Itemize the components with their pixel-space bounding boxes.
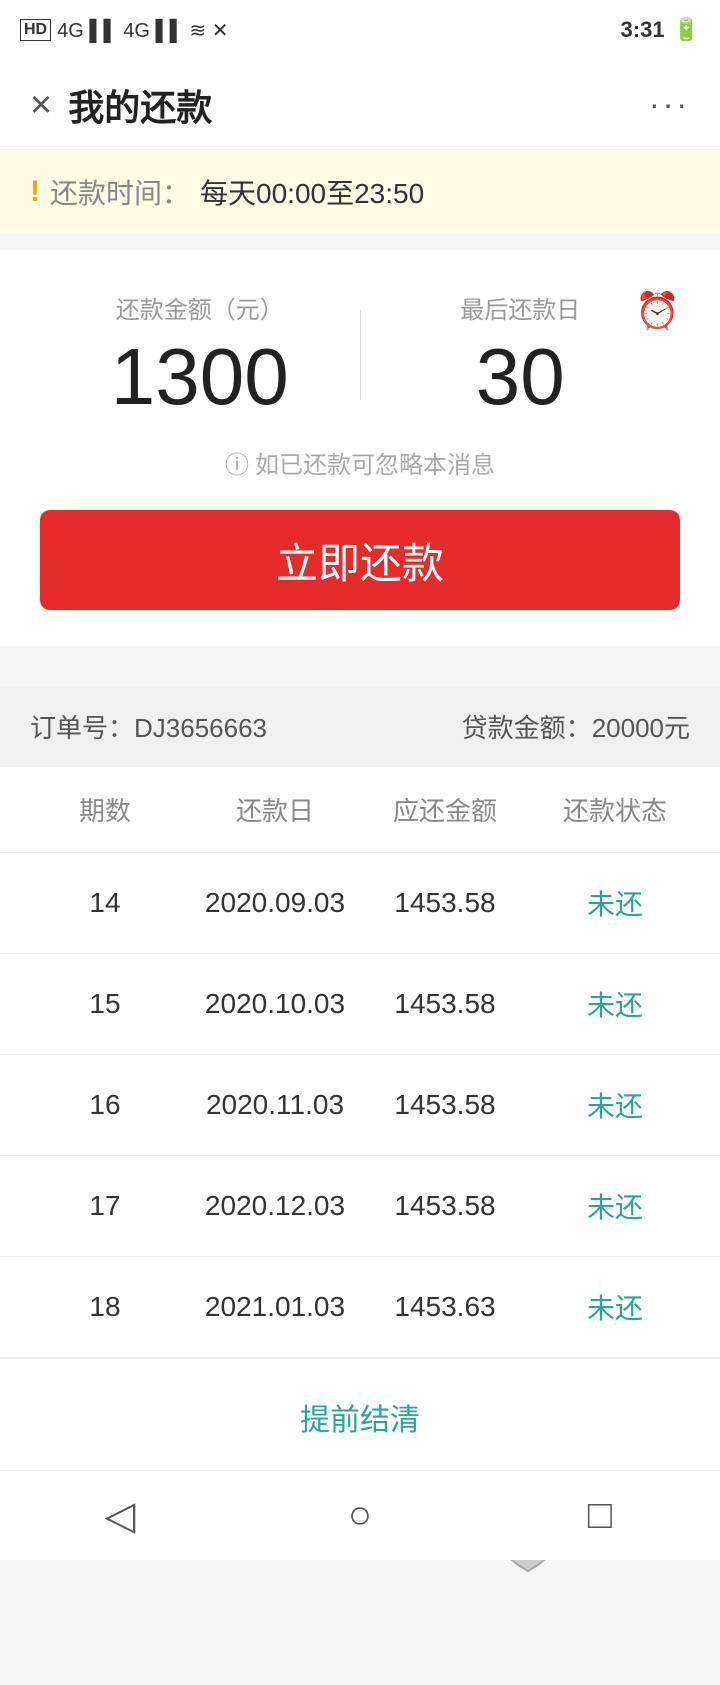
cell-date-1: 2020.10.03 bbox=[190, 988, 360, 1020]
repay-amount-label: 还款金额（元） bbox=[116, 290, 284, 325]
page-title: 我的还款 bbox=[68, 79, 212, 131]
nav-bar-left[interactable]: × 我的还款 bbox=[30, 79, 212, 131]
nav-bar: × 我的还款 ··· bbox=[0, 60, 720, 150]
repay-note-text: 如已还款可忽略本消息 bbox=[255, 445, 495, 480]
recents-button[interactable]: □ bbox=[560, 1486, 640, 1546]
cell-amount-4: 1453.63 bbox=[360, 1291, 530, 1323]
cell-amount-3: 1453.58 bbox=[360, 1190, 530, 1222]
loan-amount-label: 贷款金额： bbox=[462, 713, 592, 743]
cell-date-2: 2020.11.03 bbox=[190, 1089, 360, 1121]
table-row: 14 2020.09.03 1453.58 未还 bbox=[0, 853, 720, 954]
status-bar-right: 3:31 🔋 bbox=[621, 17, 700, 43]
alarm-icon: ⏰ bbox=[635, 290, 680, 332]
loan-amount-value: 20000元 bbox=[592, 713, 690, 743]
cell-status-4[interactable]: 未还 bbox=[530, 1287, 700, 1327]
notice-time-value: 每天00:00至23:50 bbox=[200, 172, 424, 212]
col-period: 期数 bbox=[20, 791, 190, 828]
table-row: 18 2021.01.03 1453.63 未还 bbox=[0, 1257, 720, 1358]
battery-icon: 🔋 bbox=[673, 17, 700, 43]
cell-amount-0: 1453.58 bbox=[360, 887, 530, 919]
clock-status: 3:31 bbox=[621, 17, 665, 43]
table-row: 15 2020.10.03 1453.58 未还 bbox=[0, 954, 720, 1055]
close-icon[interactable]: × bbox=[30, 86, 52, 124]
col-date: 还款日 bbox=[190, 791, 360, 828]
cell-status-2[interactable]: 未还 bbox=[530, 1085, 700, 1125]
cell-amount-2: 1453.58 bbox=[360, 1089, 530, 1121]
order-no: 订单号：DJ3656663 bbox=[30, 708, 267, 745]
cell-period-0: 14 bbox=[20, 887, 190, 919]
cell-date-0: 2020.09.03 bbox=[190, 887, 360, 919]
hd-icon: HD bbox=[20, 19, 51, 41]
cell-status-0[interactable]: 未还 bbox=[530, 883, 700, 923]
bottom-nav: ◁ ○ □ bbox=[0, 1470, 720, 1560]
repay-note: ⓘ 如已还款可忽略本消息 bbox=[40, 445, 680, 480]
repay-amount-col: 还款金额（元） 1300 bbox=[40, 290, 360, 417]
cell-amount-1: 1453.58 bbox=[360, 988, 530, 1020]
repay-now-button[interactable]: 立即还款 bbox=[40, 510, 680, 610]
table-row: 17 2020.12.03 1453.58 未还 bbox=[0, 1156, 720, 1257]
cell-period-4: 18 bbox=[20, 1291, 190, 1323]
order-no-value: DJ3656663 bbox=[134, 713, 267, 743]
section-gap-2 bbox=[0, 666, 720, 686]
order-no-label: 订单号： bbox=[30, 713, 134, 743]
repay-amount-value: 1300 bbox=[111, 337, 289, 417]
notice-bar: ! 还款时间： 每天00:00至23:50 bbox=[0, 150, 720, 234]
table-row: 16 2020.11.03 1453.58 未还 bbox=[0, 1055, 720, 1156]
signal-icons: 4G ▌▌ 4G ▌▌ ≋ ✕ bbox=[57, 18, 228, 43]
col-amount: 应还金额 bbox=[360, 791, 530, 828]
cell-date-4: 2021.01.03 bbox=[190, 1291, 360, 1323]
repayment-table: 期数 还款日 应还金额 还款状态 14 2020.09.03 1453.58 未… bbox=[0, 767, 720, 1475]
home-button[interactable]: ○ bbox=[320, 1486, 400, 1546]
more-options-icon[interactable]: ··· bbox=[649, 86, 690, 123]
cell-period-3: 17 bbox=[20, 1190, 190, 1222]
cell-period-1: 15 bbox=[20, 988, 190, 1020]
col-status: 还款状态 bbox=[530, 791, 700, 828]
order-info-bar: 订单号：DJ3656663 贷款金额：20000元 bbox=[0, 686, 720, 767]
loan-amount: 贷款金额：20000元 bbox=[462, 708, 690, 745]
repay-duedate-label: 最后还款日 bbox=[460, 290, 580, 325]
cell-status-1[interactable]: 未还 bbox=[530, 984, 700, 1024]
notice-warning-icon: ! bbox=[30, 175, 40, 209]
cell-period-2: 16 bbox=[20, 1089, 190, 1121]
status-bar-left: HD 4G ▌▌ 4G ▌▌ ≋ ✕ bbox=[20, 18, 228, 43]
cell-date-3: 2020.12.03 bbox=[190, 1190, 360, 1222]
repay-duedate-col: 最后还款日 30 bbox=[361, 290, 681, 417]
info-icon: ⓘ bbox=[225, 445, 249, 480]
repay-info-row: 还款金额（元） 1300 最后还款日 30 ⏰ bbox=[40, 290, 680, 417]
back-button[interactable]: ◁ bbox=[80, 1486, 160, 1546]
early-settlement-button[interactable]: 提前结清 bbox=[0, 1358, 720, 1475]
cell-status-3[interactable]: 未还 bbox=[530, 1186, 700, 1226]
section-gap bbox=[0, 646, 720, 666]
status-bar: HD 4G ▌▌ 4G ▌▌ ≋ ✕ 3:31 🔋 bbox=[0, 0, 720, 60]
notice-label: 还款时间： bbox=[50, 172, 190, 212]
repay-duedate-value: 30 bbox=[476, 337, 565, 417]
table-header-row: 期数 还款日 应还金额 还款状态 bbox=[0, 767, 720, 853]
repay-card: 还款金额（元） 1300 最后还款日 30 ⏰ ⓘ 如已还款可忽略本消息 立即还… bbox=[0, 250, 720, 646]
